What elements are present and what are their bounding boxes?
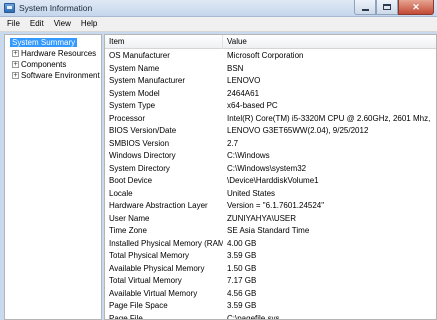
row-value: C:\Windows xyxy=(227,151,270,160)
table-row[interactable]: Page File Space 3.59 GB xyxy=(105,300,436,313)
row-value: BSN xyxy=(227,63,244,73)
row-item: OS Manufacturer xyxy=(109,51,170,60)
row-item: User Name xyxy=(109,213,150,223)
row-item: Available Physical Memory xyxy=(109,263,205,273)
category-tree: System Summary + Hardware Resources + Comp… xyxy=(4,34,102,320)
table-row[interactable]: Total Physical Memory 3.59 GB xyxy=(105,250,436,263)
table-row[interactable]: System Manufacturer LENOVO xyxy=(105,75,436,88)
table-row[interactable]: System Directory C:\Windows\system32 xyxy=(105,163,436,176)
maximize-icon xyxy=(383,4,391,10)
expand-icon[interactable]: + xyxy=(12,61,19,69)
minimize-icon xyxy=(361,8,369,11)
row-value: 2464A61 xyxy=(227,88,260,98)
row-value: Version = "6.1.7601.24524" xyxy=(227,201,325,210)
list-header: Item Value xyxy=(105,35,436,49)
row-value: Microsoft Corporation xyxy=(227,51,304,60)
table-row[interactable]: Installed Physical Memory (RAM) 4.00 GB xyxy=(105,238,436,251)
row-value: LENOVO G3ET65WW(2.04), 9/25/2012 xyxy=(227,126,369,135)
expand-icon[interactable]: + xyxy=(12,72,19,80)
row-value: 4.56 GB xyxy=(227,288,257,298)
table-row[interactable]: Time Zone SE Asia Standard Time xyxy=(105,225,436,238)
row-value: 2.7 xyxy=(227,138,239,148)
title-bar: System Information ✕ xyxy=(0,0,437,17)
table-row[interactable]: OS Manufacturer Microsoft Corporation xyxy=(105,50,436,63)
menu-help[interactable]: Help xyxy=(76,17,102,31)
row-item: Locale xyxy=(109,188,133,198)
row-value: 3.59 GB xyxy=(227,301,257,310)
row-item: Boot Device xyxy=(109,176,153,185)
table-row[interactable]: Available Virtual Memory 4.56 GB xyxy=(105,288,436,301)
row-item: Page File Space xyxy=(109,301,168,310)
menu-bar: File Edit View Help xyxy=(0,17,437,32)
table-row[interactable]: System Name BSN xyxy=(105,63,436,76)
row-item: Time Zone xyxy=(109,226,147,235)
tree-item-label: Hardware Resources xyxy=(21,49,97,58)
details-list: Item Value OS Manufacturer Microsoft Corp… xyxy=(104,34,437,320)
row-item: BIOS Version/Date xyxy=(109,126,177,135)
tree-item-label: System Summary xyxy=(10,38,78,47)
row-item: System Directory xyxy=(109,163,170,173)
table-row[interactable]: Hardware Abstraction Layer Version = "6.1… xyxy=(105,200,436,213)
app-icon xyxy=(4,3,15,13)
row-item: Windows Directory xyxy=(109,151,176,160)
column-header-item[interactable]: Item xyxy=(105,35,223,49)
window-controls: ✕ xyxy=(354,0,434,15)
row-item: SMBIOS Version xyxy=(109,138,170,148)
row-item: Page File xyxy=(109,313,143,320)
row-value: \Device\HarddiskVolume1 xyxy=(227,176,319,185)
table-row[interactable]: User Name ZUNIYAHYA\USER xyxy=(105,213,436,226)
table-row[interactable]: System Type x64-based PC xyxy=(105,100,436,113)
table-row[interactable]: Boot Device \Device\HarddiskVolume1 xyxy=(105,175,436,188)
table-row[interactable]: BIOS Version/Date LENOVO G3ET65WW(2.04), … xyxy=(105,125,436,138)
row-value: 7.17 GB xyxy=(227,276,257,285)
row-value: United States xyxy=(227,188,276,198)
row-value: LENOVO xyxy=(227,76,261,85)
row-value: SE Asia Standard Time xyxy=(227,226,310,235)
close-button[interactable]: ✕ xyxy=(398,0,434,15)
row-item: Available Virtual Memory xyxy=(109,288,198,298)
row-item: System Model xyxy=(109,88,160,98)
row-value: Intel(R) Core(TM) i5-3320M CPU @ 2.60GHz… xyxy=(227,113,431,123)
row-value: ZUNIYAHYA\USER xyxy=(227,213,297,223)
list-rows: OS Manufacturer Microsoft Corporation Syst… xyxy=(105,50,436,320)
row-item: System Name xyxy=(109,63,160,73)
table-row[interactable]: Page File C:\pagefile.sys xyxy=(105,313,436,320)
table-row[interactable]: Processor Intel(R) Core(TM) i5-3320M CPU … xyxy=(105,113,436,126)
minimize-button[interactable] xyxy=(354,0,376,15)
row-item: Total Physical Memory xyxy=(109,251,190,260)
row-value: 4.00 GB xyxy=(227,238,257,248)
table-row[interactable]: System Model 2464A61 xyxy=(105,88,436,101)
menu-edit[interactable]: Edit xyxy=(25,17,49,31)
row-item: Total Virtual Memory xyxy=(109,276,182,285)
row-value: C:\Windows\system32 xyxy=(227,163,307,173)
close-icon: ✕ xyxy=(412,1,420,12)
column-header-value[interactable]: Value xyxy=(223,35,436,49)
row-value: 1.50 GB xyxy=(227,263,257,273)
row-item: Processor xyxy=(109,113,146,123)
table-row[interactable]: Locale United States xyxy=(105,188,436,201)
table-row[interactable]: Available Physical Memory 1.50 GB xyxy=(105,263,436,276)
window-title: System Information xyxy=(19,3,93,13)
tree-item-system-summary[interactable]: System Summary xyxy=(10,37,78,48)
row-value: 3.59 GB xyxy=(227,251,257,260)
row-item: System Manufacturer xyxy=(109,76,186,85)
row-value: C:\pagefile.sys xyxy=(227,313,280,320)
table-row[interactable]: SMBIOS Version 2.7 xyxy=(105,138,436,151)
row-item: Installed Physical Memory (RAM) xyxy=(109,238,223,248)
tree-item-software-environment[interactable]: + Software Environment xyxy=(12,70,100,81)
row-value: x64-based PC xyxy=(227,101,278,110)
menu-file[interactable]: File xyxy=(2,17,25,31)
menu-view[interactable]: View xyxy=(49,17,76,31)
tree-item-label: Components xyxy=(21,60,67,69)
row-item: System Type xyxy=(109,101,156,110)
tree-item-label: Software Environment xyxy=(21,71,100,80)
table-row[interactable]: Windows Directory C:\Windows xyxy=(105,150,436,163)
expand-icon[interactable]: + xyxy=(12,50,19,58)
row-item: Hardware Abstraction Layer xyxy=(109,201,208,210)
tree-item-hardware-resources[interactable]: + Hardware Resources xyxy=(12,48,96,59)
table-row[interactable]: Total Virtual Memory 7.17 GB xyxy=(105,275,436,288)
tree-item-components[interactable]: + Components xyxy=(12,59,66,70)
maximize-button[interactable] xyxy=(376,0,398,15)
